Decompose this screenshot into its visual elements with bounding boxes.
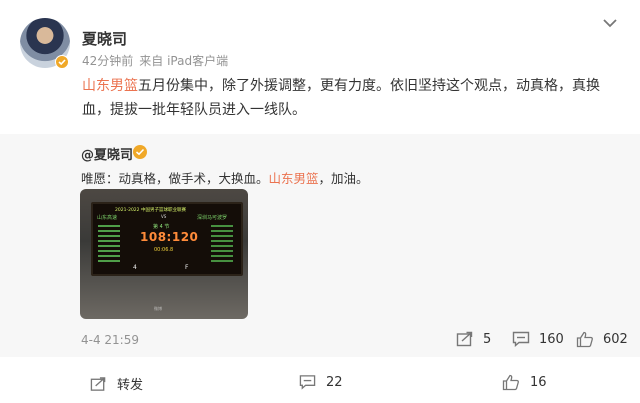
forward-button[interactable]: 转发 (90, 374, 143, 393)
quarter-label: 第 4 节 (153, 224, 170, 230)
away-team: 深圳马可波罗 (197, 215, 228, 221)
comment-icon (299, 375, 316, 390)
comment-button[interactable]: 22 (299, 374, 343, 390)
original-like-count: 602 (603, 332, 628, 347)
chevron-down-icon[interactable] (602, 18, 618, 30)
post-card: 夏晓司 42分钟前 来自 iPad客户端 山东男篮五月份集中，除了外援调整，更有… (0, 0, 640, 134)
action-bar: 转发 22 16 (0, 357, 640, 403)
thumbs-up-icon (576, 331, 593, 348)
share-icon (456, 331, 473, 347)
post-source: 来自 iPad客户端 (139, 54, 229, 68)
forward-label: 转发 (117, 378, 144, 393)
vip-badge-icon (133, 145, 147, 159)
home-team: 山东高速 (97, 215, 118, 221)
image-watermark: 微博 (154, 306, 162, 311)
original-repost-count: 5 (483, 331, 492, 347)
original-repost-button[interactable]: 5 (456, 331, 491, 347)
like-button[interactable]: 16 (502, 374, 547, 391)
post-text-body: 五月份集中，除了外援调整，更有力度。依旧坚持这个观点，动真格，真换血，提拔一批年… (82, 78, 600, 118)
scoreboard-photo[interactable]: 2021-2022 中国男子篮球职业联赛 山东高速 VS 深圳马可波罗 第 4 … (80, 189, 248, 319)
scoreboard: 2021-2022 中国男子篮球职业联赛 山东高速 VS 深圳马可波罗 第 4 … (91, 202, 243, 276)
vs-label: VS (161, 214, 167, 219)
game-clock: 00:06.8 (154, 247, 174, 253)
thumbs-up-icon (502, 374, 519, 391)
scoreboard-title: 2021-2022 中国男子篮球职业联赛 (115, 208, 186, 213)
home-fouls: 4 (133, 264, 137, 271)
original-time[interactable]: 4-4 21:59 (81, 333, 139, 347)
original-author[interactable]: @夏晓司 (81, 144, 133, 163)
original-text-body: 唯愿：动真格，做手术，大换血。 (81, 171, 269, 186)
author-name[interactable]: 夏晓司 (82, 28, 127, 49)
score: 108:120 (140, 230, 199, 244)
post-meta: 42分钟前 来自 iPad客户端 (82, 52, 228, 69)
topic-link[interactable]: 山东男篮 (82, 78, 138, 94)
like-count: 16 (530, 375, 547, 390)
post-time[interactable]: 42分钟前 (82, 52, 133, 69)
original-like-button[interactable]: 602 (576, 331, 628, 348)
share-icon (90, 376, 106, 391)
comment-count: 22 (326, 374, 343, 390)
away-roster (211, 222, 233, 265)
verified-badge-icon (55, 55, 69, 69)
away-fouls: F (185, 264, 189, 271)
home-roster (98, 222, 120, 265)
original-text-end: ，加油。 (318, 171, 369, 186)
original-topic-link[interactable]: 山东男篮 (269, 171, 319, 186)
post-text: 山东男篮五月份集中，除了外援调整，更有力度。依旧坚持这个观点，动真格，真换血，提… (82, 74, 602, 122)
repost-card: @夏晓司 唯愿：动真格，做手术，大换血。山东男篮，加油。 2021-2022 中… (0, 134, 640, 357)
comment-icon (512, 331, 530, 347)
original-comment-button[interactable]: 160 (512, 331, 564, 347)
original-comment-count: 160 (539, 331, 564, 347)
original-text: 唯愿：动真格，做手术，大换血。山东男篮，加油。 (81, 168, 369, 187)
